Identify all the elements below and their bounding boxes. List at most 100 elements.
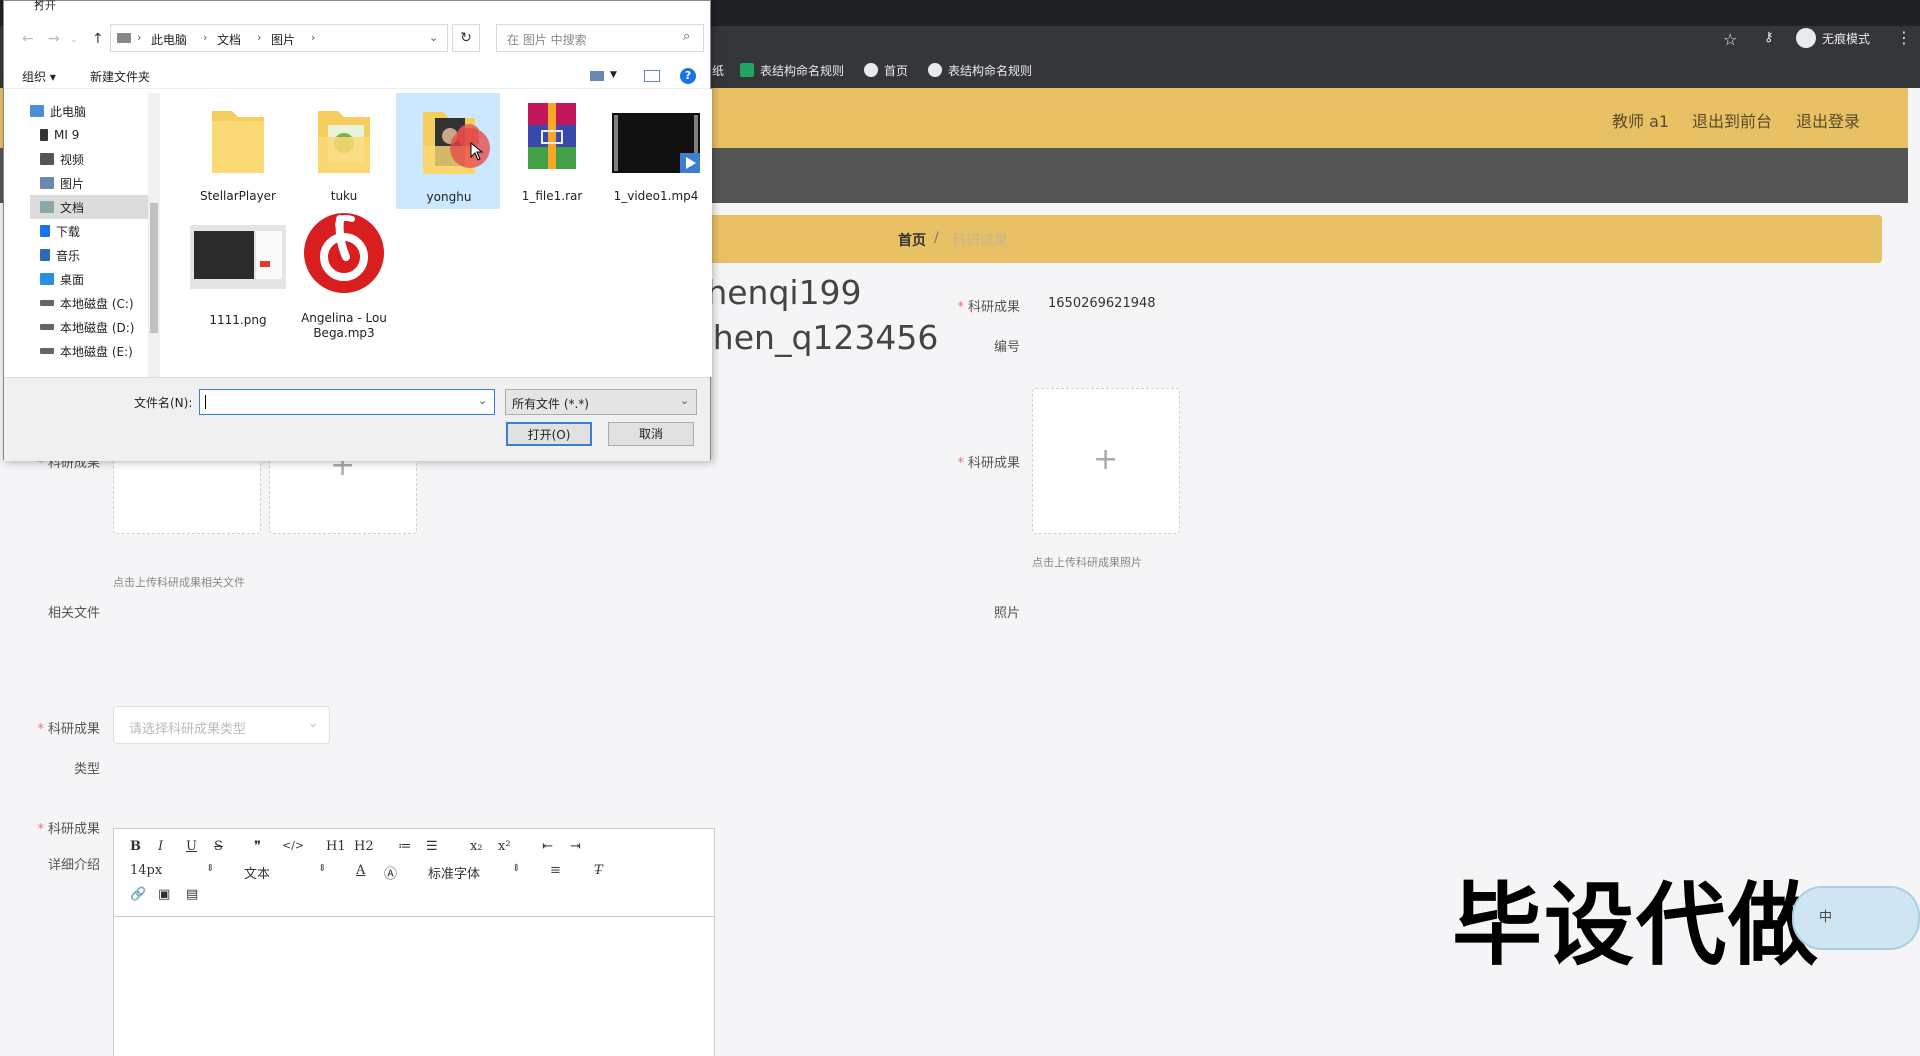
nav-item-this-pc[interactable]: 此电脑 (30, 99, 86, 123)
logout-link[interactable]: 退出登录 (1796, 108, 1860, 132)
breadcrumb: 首页 / 科研成果 (670, 215, 1882, 263)
file-upload-box[interactable]: + (269, 450, 417, 534)
filename-input[interactable]: ⌄ (199, 389, 495, 415)
close-icon[interactable]: × (34, 0, 704, 10)
align-button[interactable]: ≡ (550, 863, 561, 878)
blockquote-button[interactable]: ❞ (254, 839, 261, 854)
dialog-footer: 文件名(N): ⌄ 所有文件 (*.*) ⌄ 打开(O) 取消 (4, 377, 710, 461)
image-button[interactable]: ▣ (158, 887, 170, 902)
font-color-button[interactable]: A (356, 863, 365, 878)
strike-button[interactable]: S (214, 839, 223, 854)
nav-item-drive-e[interactable]: 本地磁盘 (E:) (40, 339, 133, 363)
type-select[interactable]: 请选择科研成果类型 ⌄ (113, 706, 330, 744)
nav-item-phone[interactable]: MI 9 (40, 123, 79, 147)
file-open-dialog: 打开 × ← → ⌄ ↑ › 此电脑 › 文档 › 图片 › ⌄ ↻ 在 图片 … (3, 0, 712, 461)
user-name[interactable]: 教师 a1 (1612, 108, 1669, 132)
winrar-icon (528, 103, 576, 169)
photo-label: * 科研成果 (957, 456, 1020, 471)
bullet-list-button[interactable]: ☰ (426, 839, 438, 854)
view-dropdown-icon[interactable]: ▼ (610, 70, 617, 80)
nav-scrollbar[interactable] (148, 93, 160, 377)
address-segment[interactable]: 图片 (271, 31, 295, 48)
file-item[interactable]: tuku (292, 93, 396, 209)
nav-item-desktop[interactable]: 桌面 (40, 267, 84, 291)
nav-item-music[interactable]: 音乐 (40, 243, 80, 267)
rich-text-editor[interactable]: B I U S ❞ </> H1 H2 ≔ ☰ x₂ x² ⇤ ⇥ 14px ⇕… (113, 828, 715, 1056)
refresh-button[interactable]: ↻ (452, 24, 480, 52)
link-button[interactable]: 🔗 (130, 887, 146, 902)
documents-folder-icon (40, 201, 54, 213)
file-upload-item[interactable] (113, 450, 261, 534)
ordered-list-button[interactable]: ≔ (398, 839, 411, 854)
organize-button[interactable]: 组织 ▾ (22, 68, 56, 85)
bookmark-item[interactable]: 表结构命名规则 (928, 62, 1032, 78)
text-style-select[interactable]: 文本 (244, 863, 270, 882)
navigation-pane: 此电脑 MI 9 视频 图片 文档 下载 音乐 桌面 本地磁盘 (C:) 本地磁… (4, 89, 160, 377)
bookmark-item[interactable]: 首页 (864, 62, 908, 78)
indent-button[interactable]: ⇥ (570, 839, 581, 854)
back-to-front-link[interactable]: 退出到前台 (1692, 108, 1772, 132)
nav-item-drive-c[interactable]: 本地磁盘 (C:) (40, 291, 134, 315)
star-bookmark-icon[interactable]: ☆ (1723, 30, 1737, 49)
chevron-down-icon[interactable]: ⌄ (429, 31, 438, 44)
file-item[interactable]: 1111.png (186, 213, 290, 333)
incognito-label: 无痕模式 (1822, 31, 1871, 46)
preview-pane-icon[interactable] (644, 70, 660, 82)
address-segment[interactable]: 此电脑 (151, 31, 187, 48)
file-item[interactable]: Angelina - Lou Bega.mp3 (292, 213, 396, 343)
chevron-right-icon: › (311, 31, 316, 44)
underline-button[interactable]: U (186, 839, 197, 854)
font-size-select[interactable]: 14px (130, 863, 162, 878)
up-arrow-icon[interactable]: ↑ (92, 31, 104, 47)
nav-item-pictures[interactable]: 图片 (40, 171, 84, 195)
bg-color-button[interactable]: Ⓐ (384, 863, 397, 882)
video-button[interactable]: ▤ (186, 887, 198, 902)
search-input[interactable]: 在 图片 中搜索 ⌕ (496, 24, 704, 52)
file-name: 1111.png (209, 313, 267, 327)
drive-icon (40, 324, 54, 330)
nav-item-label: 此电脑 (50, 104, 87, 119)
open-button[interactable]: 打开(O) (506, 422, 592, 446)
file-item[interactable]: 1_video1.mp4 (604, 93, 708, 209)
bookmark-item[interactable]: 纸 (712, 62, 724, 78)
address-bar[interactable]: › 此电脑 › 文档 › 图片 › ⌄ (110, 24, 448, 52)
bookmark-item[interactable]: 表结构命名规则 (740, 62, 844, 78)
forward-arrow-icon[interactable]: → (48, 31, 60, 47)
subscript-button[interactable]: x₂ (470, 839, 483, 854)
photo-upload-box[interactable]: + (1032, 388, 1180, 534)
superscript-button[interactable]: x² (498, 839, 511, 854)
nav-item-label: 下载 (56, 224, 81, 239)
new-folder-button[interactable]: 新建文件夹 (90, 68, 150, 85)
ime-toolbar[interactable]: 中 (1792, 886, 1920, 950)
address-segment[interactable]: 文档 (217, 31, 241, 48)
h2-button[interactable]: H2 (354, 839, 374, 854)
italic-button[interactable]: I (158, 839, 163, 854)
back-arrow-icon[interactable]: ← (22, 31, 34, 47)
filetype-select[interactable]: 所有文件 (*.*) ⌄ (505, 389, 697, 415)
nav-item-documents[interactable]: 文档 (30, 195, 160, 219)
scrollbar-thumb[interactable] (150, 203, 158, 333)
nav-item-downloads[interactable]: 下载 (40, 219, 80, 243)
clear-format-button[interactable]: T̶ (594, 863, 603, 878)
more-menu-icon[interactable]: ⋮ (1896, 28, 1912, 47)
chevron-down-icon[interactable]: ⌄ (478, 394, 487, 407)
bookmark-label: 表结构命名规则 (948, 63, 1033, 78)
bold-button[interactable]: B (130, 839, 141, 854)
help-icon[interactable]: ? (680, 68, 696, 84)
font-family-select[interactable]: 标准字体 (428, 863, 480, 882)
cancel-button[interactable]: 取消 (608, 422, 694, 446)
plus-icon: + (1093, 442, 1119, 477)
code-button[interactable]: </> (282, 839, 304, 852)
incognito-indicator[interactable]: 无痕模式 (1796, 28, 1870, 48)
file-item[interactable]: 1_file1.rar (500, 93, 604, 209)
nav-item-drive-d[interactable]: 本地磁盘 (D:) (40, 315, 134, 339)
nav-item-videos[interactable]: 视频 (40, 147, 84, 171)
key-icon[interactable]: ⚷ (1764, 30, 1774, 45)
recent-dropdown-icon[interactable]: ⌄ (70, 35, 78, 45)
view-icon[interactable] (590, 71, 604, 81)
h1-button[interactable]: H1 (326, 839, 346, 854)
outdent-button[interactable]: ⇤ (542, 839, 553, 854)
breadcrumb-home[interactable]: 首页 (898, 230, 926, 250)
file-item[interactable]: StellarPlayer (186, 93, 290, 209)
mouse-pointer-icon (470, 142, 484, 161)
